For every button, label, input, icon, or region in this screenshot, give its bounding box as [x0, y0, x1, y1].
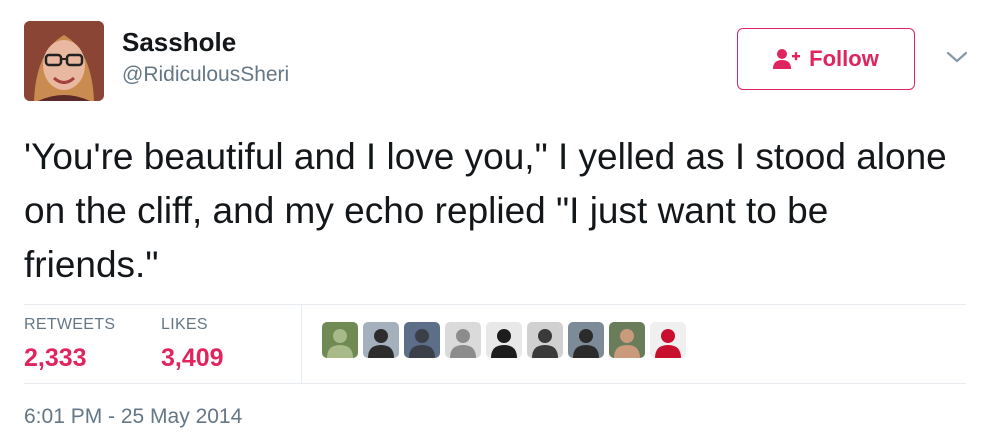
retweets-stat[interactable]: RETWEETS 2,333	[24, 316, 115, 373]
divider-bottom	[24, 383, 966, 384]
add-user-icon	[773, 48, 801, 70]
divider-top	[24, 304, 966, 305]
likes-count: 3,409	[161, 344, 224, 372]
liker-avatar-7[interactable]	[568, 322, 604, 358]
user-avatar[interactable]	[24, 21, 104, 101]
user-display-name[interactable]: Sasshole	[122, 27, 236, 58]
tweet-text: 'You're beautiful and I love you," I yel…	[24, 136, 947, 285]
liker-avatar-8[interactable]	[609, 322, 645, 358]
chevron-down-icon[interactable]	[944, 47, 970, 67]
tweet-timestamp[interactable]: 6:01 PM - 25 May 2014	[24, 405, 242, 429]
liker-avatar-6[interactable]	[527, 322, 563, 358]
liker-avatar-2[interactable]	[363, 322, 399, 358]
liker-avatar-3[interactable]	[404, 322, 440, 358]
liker-avatar-4[interactable]	[445, 322, 481, 358]
liker-avatar-5[interactable]	[486, 322, 522, 358]
likers-avatars	[322, 322, 686, 358]
profile-photo-icon	[24, 21, 104, 101]
liker-avatar-1[interactable]	[322, 322, 358, 358]
likes-label: LIKES	[161, 316, 208, 333]
retweets-label: RETWEETS	[24, 316, 116, 333]
follow-label: Follow	[809, 46, 879, 71]
user-handle[interactable]: @RidiculousSheri	[122, 63, 289, 87]
retweets-count: 2,333	[24, 344, 87, 372]
stats-separator	[301, 305, 302, 383]
likes-stat[interactable]: LIKES 3,409	[161, 316, 224, 373]
liker-avatar-9[interactable]	[650, 322, 686, 358]
follow-button[interactable]: Follow	[737, 28, 915, 90]
